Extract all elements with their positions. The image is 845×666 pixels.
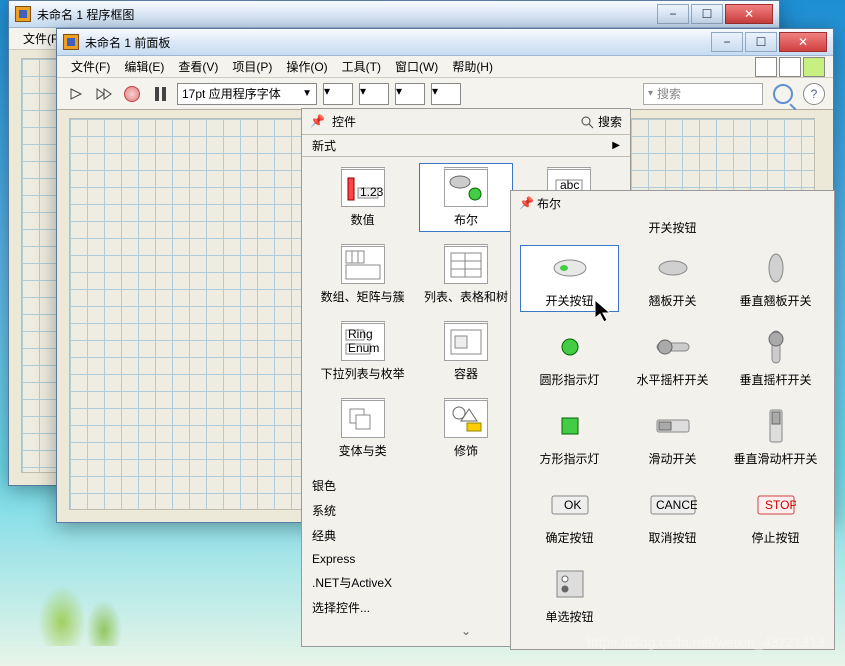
close-button[interactable]: ✕ — [779, 32, 827, 52]
menubar-front: 文件(F) 编辑(E) 查看(V) 项目(P) 操作(O) 工具(T) 窗口(W… — [57, 56, 833, 78]
run-button[interactable] — [65, 83, 87, 105]
maximize-button[interactable]: ☐ — [691, 4, 723, 24]
subitem-slide-switch[interactable]: 滑动开关 — [626, 406, 719, 467]
svg-text:OK: OK — [564, 498, 581, 512]
subitem-vert-toggle[interactable]: 垂直摇杆开关 — [729, 327, 822, 388]
panel-icon-2[interactable] — [779, 57, 801, 77]
palette-item-container[interactable]: 容器 — [423, 321, 508, 382]
project-menu[interactable]: 项目(P) — [226, 56, 278, 77]
palette-item-boolean[interactable]: 布尔 — [419, 163, 512, 232]
subitem-vert-rocker[interactable]: 垂直翘板开关 — [729, 248, 822, 309]
help-button[interactable]: ? — [803, 83, 825, 105]
palette-header: 📌 控件 搜索 — [302, 109, 630, 135]
tools-menu[interactable]: 工具(T) — [336, 56, 387, 77]
subitem-round-led[interactable]: 圆形指示灯 — [523, 327, 616, 388]
subitem-ok-button[interactable]: OK确定按钮 — [523, 485, 616, 546]
palette-item-variant[interactable]: 变体与类 — [320, 398, 405, 459]
window-menu[interactable]: 窗口(W) — [389, 56, 444, 77]
palette-item-decoration[interactable]: 修饰 — [423, 398, 508, 459]
minimize-button[interactable]: − — [711, 32, 743, 52]
minimize-button[interactable]: − — [657, 4, 689, 24]
svg-text:Enum: Enum — [348, 341, 379, 355]
close-button[interactable]: ✕ — [725, 4, 773, 24]
subitem-stop-button[interactable]: STOP停止按钮 — [729, 485, 822, 546]
window-title-front: 未命名 1 前面板 — [85, 34, 709, 51]
submenu-header: 📌 布尔 — [511, 191, 834, 215]
pin-icon[interactable]: 📌 — [310, 114, 326, 130]
subitem-vert-slide[interactable]: 垂直滑动杆开关 — [729, 406, 822, 467]
palette-modern[interactable]: 新式 ▶ — [302, 135, 630, 157]
align-selector[interactable]: ▾ — [323, 83, 353, 105]
subitem-switch-button[interactable]: 开关按钮 — [520, 245, 619, 312]
app-icon — [15, 6, 31, 22]
subitem-radio-button[interactable]: 单选按钮 — [523, 564, 616, 625]
file-menu[interactable]: 文件(F) — [65, 56, 116, 77]
panel-icon-1[interactable] — [755, 57, 777, 77]
edit-menu[interactable]: 编辑(E) — [118, 56, 170, 77]
toolbar: 17pt 应用程序字体▼ ▾ ▾ ▾ ▾ ▾搜索 ? — [57, 78, 833, 110]
svg-text:CANCEL: CANCEL — [656, 498, 697, 512]
reorder-selector[interactable]: ▾ — [431, 83, 461, 105]
svg-text:1.23: 1.23 — [360, 185, 384, 199]
operate-menu[interactable]: 操作(O) — [280, 56, 333, 77]
help-menu[interactable]: 帮助(H) — [446, 56, 499, 77]
pin-icon[interactable]: 📌 — [519, 196, 533, 210]
subitem-rocker-switch[interactable]: 翘板开关 — [626, 248, 719, 309]
submenu-section: 开关按钮 — [511, 215, 834, 240]
maximize-button[interactable]: ☐ — [745, 32, 777, 52]
palette-item-array[interactable]: 数组、矩阵与簇 — [320, 244, 405, 305]
titlebar-back: 未命名 1 程序框图 − ☐ ✕ — [9, 1, 779, 28]
search-icon[interactable] — [773, 84, 793, 104]
subitem-cancel-button[interactable]: CANCEL取消按钮 — [626, 485, 719, 546]
titlebar-front: 未命名 1 前面板 − ☐ ✕ — [57, 29, 833, 56]
svg-text:STOP: STOP — [765, 498, 796, 512]
submenu-title: 布尔 — [537, 195, 561, 212]
palette-title: 控件 — [332, 113, 356, 130]
palette-search[interactable]: 搜索 — [580, 113, 622, 130]
submenu-arrow-icon: ▶ — [612, 140, 620, 151]
record-button[interactable] — [121, 83, 143, 105]
run-cont-button[interactable] — [93, 83, 115, 105]
distribute-selector[interactable]: ▾ — [359, 83, 389, 105]
palette-item-list[interactable]: 列表、表格和树 — [423, 244, 508, 305]
font-selector[interactable]: 17pt 应用程序字体▼ — [177, 83, 317, 105]
search-input[interactable]: ▾搜索 — [643, 83, 763, 105]
panel-icons — [755, 57, 825, 77]
panel-run-icon[interactable] — [803, 57, 825, 77]
palette-item-numeric[interactable]: 1.23数值 — [320, 167, 405, 228]
pause-button[interactable] — [149, 83, 171, 105]
boolean-submenu: 📌 布尔 开关按钮 开关按钮 翘板开关 垂直翘板开关 圆形指示灯 水平摇杆开关 … — [510, 190, 835, 650]
svg-text:Ring: Ring — [348, 327, 373, 341]
subitem-horiz-toggle[interactable]: 水平摇杆开关 — [626, 327, 719, 388]
window-title-back: 未命名 1 程序框图 — [37, 6, 655, 23]
app-icon — [63, 34, 79, 50]
subitem-square-led[interactable]: 方形指示灯 — [523, 406, 616, 467]
palette-item-ring[interactable]: RingEnum下拉列表与枚举 — [320, 321, 405, 382]
resize-selector[interactable]: ▾ — [395, 83, 425, 105]
view-menu[interactable]: 查看(V) — [172, 56, 224, 77]
